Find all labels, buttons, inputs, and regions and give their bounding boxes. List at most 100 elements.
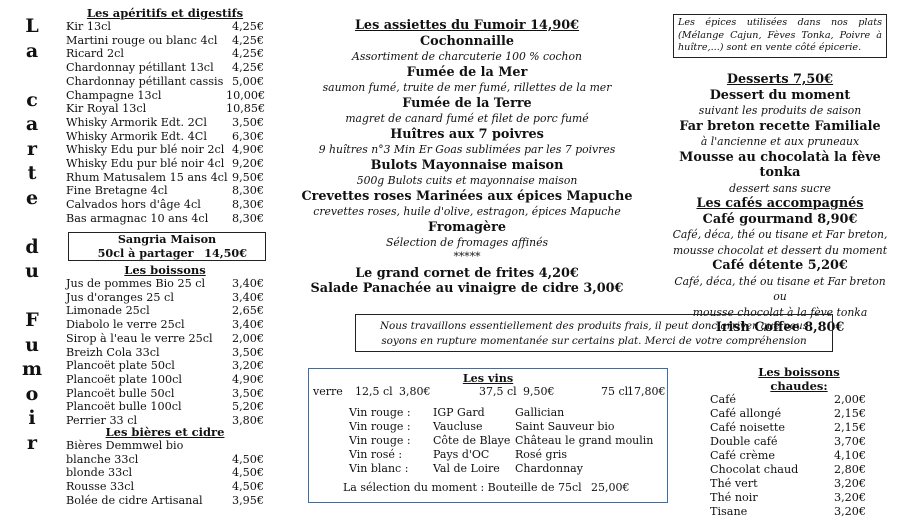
boissons-title: Les boissons xyxy=(124,263,206,277)
menu-item: Whisky Edu pur blé noir 4cl 9,20€ xyxy=(66,157,264,171)
assiette-name: Fumée de la Mer xyxy=(406,64,528,80)
vin-origin: Val de Loire xyxy=(433,462,500,475)
sangria-price: 14,50€ xyxy=(204,246,247,260)
item-price: 2,15€ xyxy=(833,421,866,434)
aperitifs-section: Les apéritifs et digestifs Kir 13cl 4,25€… xyxy=(66,6,265,226)
item-price: 4,25€ xyxy=(231,47,264,61)
assiettes-stars: ***** xyxy=(453,249,481,263)
vins-price-1: 3,80€ xyxy=(399,385,431,398)
vin-type: Vin rouge : xyxy=(349,406,411,419)
side-letter: t xyxy=(27,162,37,184)
item-name: Rousse 33cl xyxy=(66,480,135,494)
menu-item: blanche 33cl 4,50€ xyxy=(66,453,264,467)
vins-rows: Vin rouge : IGP Gard Gallician Vin rouge :V… xyxy=(309,406,667,476)
vins-title: Les vins xyxy=(462,371,514,385)
item-name: Limonade 25cl xyxy=(66,304,150,318)
item-name: Double café xyxy=(710,435,778,448)
side-letter xyxy=(22,210,42,235)
menu-item: Ricard 2cl 4,25€ xyxy=(66,47,264,61)
menu-item: Chocolat chaud 2,80€ xyxy=(710,463,866,477)
vin-origin: Côte de Blaye xyxy=(433,434,511,447)
side-letter: r xyxy=(26,431,37,454)
side-letter: d xyxy=(25,235,39,258)
vins-price-3: 17,80€ xyxy=(627,385,666,398)
vins-size-3: 75 cl xyxy=(601,385,629,398)
item-name: Sirop à l'eau le verre 25cl xyxy=(66,331,213,345)
menu-item: Tisane 3,20€ xyxy=(710,505,866,519)
menu-item: Jus d'oranges 25 cl 3,40€ xyxy=(66,291,264,305)
item-price: 4,25€ xyxy=(231,20,264,33)
item-name: Tisane xyxy=(710,505,748,518)
salade-item: Salade Panachée au vinaigre de cidre 3,0… xyxy=(310,281,624,296)
item-name: Plancoët bulle 50cl xyxy=(66,386,175,400)
assiette-desc: crevettes roses, huile d'olive, estragon… xyxy=(313,205,621,218)
vin-origin: IGP Gard xyxy=(433,406,485,419)
item-name: Thé noir xyxy=(710,491,758,504)
item-name: Diabolo le verre 25cl xyxy=(66,318,185,332)
sangria-box: Sangria Maison 50cl à partager 14,50€ xyxy=(68,232,266,261)
item-price: 4,50€ xyxy=(231,452,264,466)
desserts-title: Desserts 7,50€ xyxy=(726,72,834,87)
assiette-name: Cochonnaille xyxy=(420,33,514,49)
assiettes-section: Les assiettes du Fumoir 14,90€ Cochonnai… xyxy=(298,18,636,297)
assiette-desc: Sélection de fromages affinés xyxy=(385,236,549,249)
side-letter: u xyxy=(25,260,39,282)
menu-item: Calvados hors d'âge 4cl 8,30€ xyxy=(66,198,264,212)
item-price: 3,20€ xyxy=(833,477,866,490)
menu-item: Rhum Matusalem 15 ans 4cl 9,50€ xyxy=(66,171,264,185)
item-price: 6,30€ xyxy=(231,129,264,143)
item-price: 3,20€ xyxy=(833,505,866,518)
assiette-desc: saumon fumé, truite de mer fumé, rillett… xyxy=(322,81,612,94)
vin-type: Vin rosé : xyxy=(349,448,403,461)
side-letter: m xyxy=(22,358,43,380)
menu-item: Sirop à l'eau le verre 25cl 2,00€ xyxy=(66,332,264,346)
item-name: Café crème xyxy=(710,449,776,462)
vin-name: Rosé gris xyxy=(515,448,568,461)
item-name: Café xyxy=(710,393,736,406)
menu-item: Kir Royal 13cl 10,85€ xyxy=(66,102,265,116)
menu-item: Rousse 33cl 4,50€ xyxy=(66,480,264,494)
item-price: 5,20€ xyxy=(231,400,264,414)
menu-item: Fine Bretagne 4cl 8,30€ xyxy=(66,184,264,198)
item-price: 3,40€ xyxy=(231,290,264,304)
item-price: 3,40€ xyxy=(231,277,264,290)
item-price: 3,95€ xyxy=(231,493,264,507)
menu-item: Plancoët bulle 50cl 3,50€ xyxy=(66,387,264,401)
item-price: 9,20€ xyxy=(231,157,264,171)
vin-row: Vin rouge : IGP Gard Gallician xyxy=(309,406,667,420)
item-name: Plancoët plate 100cl xyxy=(66,372,182,386)
chaudes-section: Les boissons chaudes: Café 2,00€ Café allo… xyxy=(710,365,866,519)
epices-note: Les épices utilisées dans nos plats (Mél… xyxy=(673,14,887,58)
vins-moment-label: La sélection du moment : Bouteille de 75… xyxy=(343,481,582,494)
menu-item: Breizh Cola 33cl 3,50€ xyxy=(66,346,264,360)
item-name: Calvados hors d'âge 4cl xyxy=(66,198,201,212)
assiette-name: Fromagère xyxy=(428,219,506,235)
vin-name: Château le grand moulin xyxy=(515,434,654,447)
item-price: 9,50€ xyxy=(231,170,264,184)
assiette-name: Huîtres aux 7 poivres xyxy=(390,126,544,142)
side-letter: L xyxy=(25,15,39,37)
bieres-intro: Bières Demmwel bio xyxy=(66,439,184,452)
menu-item: Plancoët bulle 100cl 5,20€ xyxy=(66,400,264,414)
menu-item: Plancoët plate 50cl 3,20€ xyxy=(66,359,264,373)
vins-verre: verre xyxy=(313,385,343,398)
item-price: 8,30€ xyxy=(231,184,264,198)
menu-item: Plancoët plate 100cl 4,90€ xyxy=(66,373,264,387)
vin-type: Vin blanc : xyxy=(349,462,409,475)
item-name: Ricard 2cl xyxy=(66,47,124,61)
cafe-name: Café détente 5,20€ xyxy=(712,258,848,273)
vins-sizes: verre 12,5 cl 3,80€ 37,5 cl 9,50€ 75 cl … xyxy=(309,385,667,401)
vins-price-2: 9,50€ xyxy=(523,385,555,398)
assiette-name: Crevettes roses Marinées aux épices Mapu… xyxy=(301,188,633,204)
produits-note-line: Nous travaillons essentiellement des pro… xyxy=(379,320,809,332)
side-letter: u xyxy=(25,333,39,356)
item-name: Whisky Armorik Edt. 4Cl xyxy=(66,129,207,143)
item-price: 2,15€ xyxy=(833,407,866,420)
item-name: blonde 33cl xyxy=(66,466,133,480)
menu-item: Bolée de cidre Artisanal 3,95€ xyxy=(66,494,264,508)
menu-item: Martini rouge ou blanc 4cl 4,25€ xyxy=(66,34,264,48)
assiette-desc: 500g Bulots cuits et mayonnaise maison xyxy=(356,174,578,187)
item-price: 3,40€ xyxy=(231,318,264,332)
menu-item: Café 2,00€ xyxy=(710,393,866,407)
menu-item: Thé vert 3,20€ xyxy=(710,477,866,491)
